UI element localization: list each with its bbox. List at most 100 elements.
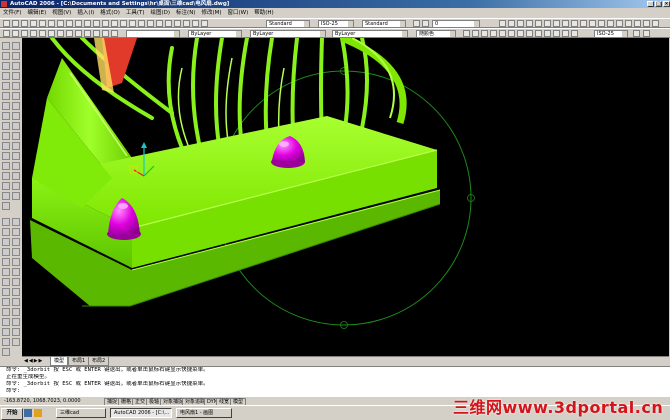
start-button[interactable]: 开始 xyxy=(1,408,23,420)
sheet-set-icon[interactable] xyxy=(174,20,181,27)
pline-tool-icon[interactable] xyxy=(2,62,10,70)
snap-quadrant-icon[interactable] xyxy=(12,258,20,266)
match-properties-icon[interactable] xyxy=(84,20,91,27)
arc-icon[interactable] xyxy=(48,30,55,37)
dim-ordinate-icon[interactable] xyxy=(490,30,497,37)
tab-layout2[interactable]: 布局2 xyxy=(88,357,110,366)
dim-angular-icon[interactable] xyxy=(526,30,533,37)
table-tool-icon[interactable] xyxy=(2,192,10,200)
layer-select[interactable]: 0 xyxy=(432,20,480,28)
tolerance-icon[interactable] xyxy=(571,30,578,37)
calculator-icon[interactable] xyxy=(192,20,199,27)
save-icon[interactable] xyxy=(21,20,28,27)
redo-icon[interactable] xyxy=(102,20,109,27)
zoom-realtime-icon[interactable] xyxy=(120,20,127,27)
menu-format[interactable]: 格式(O) xyxy=(97,8,123,18)
intersect-tool-icon[interactable] xyxy=(2,348,10,356)
zoom-previous-icon[interactable] xyxy=(138,20,145,27)
trim-tool-icon[interactable] xyxy=(12,132,20,140)
dim-baseline-icon[interactable] xyxy=(544,30,551,37)
tab-model[interactable]: 模型 xyxy=(50,357,69,366)
print-icon[interactable] xyxy=(30,20,37,27)
xline-tool-icon[interactable] xyxy=(2,52,10,60)
interfere-tool-icon[interactable] xyxy=(2,318,10,326)
layer-manager-icon[interactable] xyxy=(413,20,420,27)
sw-iso-view-icon[interactable] xyxy=(570,20,578,27)
ne-iso-view-icon[interactable] xyxy=(588,20,596,27)
cone-tool-icon[interactable] xyxy=(2,248,10,256)
light-icon[interactable] xyxy=(633,20,641,27)
extend-tool-icon[interactable] xyxy=(12,142,20,150)
arc-tool-icon[interactable] xyxy=(2,92,10,100)
rotate-tool-icon[interactable] xyxy=(12,102,20,110)
array-tool-icon[interactable] xyxy=(12,82,20,90)
snap-nearest-icon[interactable] xyxy=(12,318,20,326)
ellipse-arc-icon[interactable] xyxy=(93,30,100,37)
menu-view[interactable]: 视图(V) xyxy=(49,8,74,18)
scene-icon[interactable] xyxy=(651,20,659,27)
cloud-tool-icon[interactable] xyxy=(2,112,10,120)
gradient-tool-icon[interactable] xyxy=(2,172,10,180)
menu-tools[interactable]: 工具(T) xyxy=(123,8,148,18)
snap-parallel-icon[interactable] xyxy=(12,288,20,296)
quick-leader-icon[interactable] xyxy=(562,30,569,37)
quick-launch-icon[interactable] xyxy=(34,409,42,417)
menu-file[interactable]: 文件(F) xyxy=(0,8,24,18)
minimize-button[interactable]: _ xyxy=(647,1,654,7)
line-tool-icon[interactable] xyxy=(2,42,10,50)
make-block-icon[interactable] xyxy=(111,30,118,37)
circle-icon[interactable] xyxy=(57,30,64,37)
wedge-tool-icon[interactable] xyxy=(2,258,10,266)
union-tool-icon[interactable] xyxy=(2,328,10,336)
undo-icon[interactable] xyxy=(93,20,100,27)
dim-aligned-icon[interactable] xyxy=(472,30,479,37)
left-view-icon[interactable] xyxy=(543,20,551,27)
task-autocad[interactable]: AutoCAD 2006 - [C:\... xyxy=(110,408,172,418)
color-control-empty[interactable] xyxy=(126,30,180,38)
extrude-tool-icon[interactable] xyxy=(2,278,10,286)
slice-tool-icon[interactable] xyxy=(2,298,10,306)
mtext-tool-icon[interactable] xyxy=(2,202,10,210)
region-tool-icon[interactable] xyxy=(2,182,10,190)
bulb-icon[interactable] xyxy=(422,20,429,27)
dim-linear-icon[interactable] xyxy=(463,30,470,37)
join-tool-icon[interactable] xyxy=(12,162,20,170)
shade-icon[interactable] xyxy=(615,20,623,27)
help-icon[interactable] xyxy=(201,20,208,27)
autocad-app-icon[interactable] xyxy=(1,1,7,7)
menu-insert[interactable]: 插入(I) xyxy=(74,8,97,18)
maximize-button[interactable]: □ xyxy=(655,1,662,7)
drawing-viewport[interactable] xyxy=(22,38,669,356)
dim-update-icon[interactable] xyxy=(633,30,640,37)
text-style-select[interactable]: Standard xyxy=(266,20,310,28)
circle-tool-icon[interactable] xyxy=(2,102,10,110)
dim-style-select[interactable]: ISO-25 xyxy=(318,20,354,28)
quick-dim-icon[interactable] xyxy=(535,30,542,37)
front-view-icon[interactable] xyxy=(534,20,542,27)
iso-view-icon[interactable] xyxy=(561,20,569,27)
pan-icon[interactable] xyxy=(111,20,118,27)
right-view-icon[interactable] xyxy=(552,20,560,27)
snap-center-icon[interactable] xyxy=(12,248,20,256)
copy-tool-icon[interactable] xyxy=(12,52,20,60)
spline-icon[interactable] xyxy=(75,30,82,37)
snap-node-icon[interactable] xyxy=(12,308,20,316)
zoom-window-icon[interactable] xyxy=(129,20,136,27)
menu-dimension[interactable]: 标注(N) xyxy=(173,8,198,18)
properties-icon[interactable] xyxy=(147,20,154,27)
insert-block-icon[interactable] xyxy=(102,30,109,37)
spline-tool-icon[interactable] xyxy=(2,122,10,130)
tool-palettes-icon[interactable] xyxy=(165,20,172,27)
polygon-icon[interactable] xyxy=(30,30,37,37)
cut-icon[interactable] xyxy=(57,20,64,27)
snap-endpoint-icon[interactable] xyxy=(12,218,20,226)
menu-edit[interactable]: 编辑(E) xyxy=(24,8,49,18)
tab-layout1[interactable]: 布局1 xyxy=(68,357,90,366)
stretch-tool-icon[interactable] xyxy=(12,122,20,130)
torus-tool-icon[interactable] xyxy=(2,268,10,276)
show-desktop-icon[interactable] xyxy=(24,409,32,417)
polyline-icon[interactable] xyxy=(21,30,28,37)
linetype-select[interactable]: ByLayer xyxy=(250,30,326,38)
point-tool-icon[interactable] xyxy=(2,152,10,160)
snap-intersection-icon[interactable] xyxy=(12,238,20,246)
